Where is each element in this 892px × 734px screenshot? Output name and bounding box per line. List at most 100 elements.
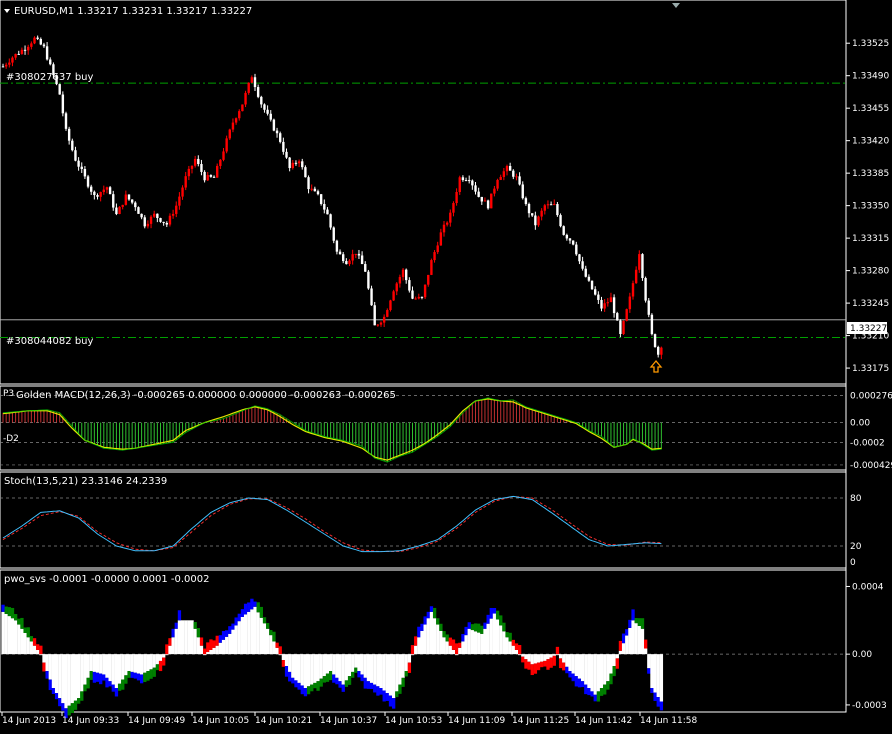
pwo-bar — [121, 654, 125, 680]
main-panel-frame — [0, 0, 847, 385]
pwo-bar-cap — [480, 625, 484, 634]
pwo-bar — [253, 606, 257, 655]
pwo-bar-cap — [376, 686, 380, 696]
pwo-bar — [527, 654, 531, 662]
pwo-bar — [117, 654, 122, 684]
candle-body — [606, 302, 609, 304]
pwo-bar-cap — [158, 660, 163, 672]
pwo-bar-cap — [369, 682, 374, 689]
pwo-bar — [23, 633, 27, 655]
candle-body — [537, 216, 540, 226]
candle-body — [332, 227, 335, 241]
pwo-bar — [39, 654, 43, 656]
candle-body — [27, 46, 30, 51]
chart-window[interactable]: 1.33525 1.33490 1.33455 1.33420 1.33385 1.333… — [0, 0, 892, 730]
pwo-bar — [618, 650, 623, 655]
candle-body — [206, 175, 209, 181]
pwo-bar — [647, 654, 651, 669]
order-label-2[interactable]: #308044082 buy — [6, 336, 94, 347]
pwo-bar — [45, 654, 49, 672]
chart-canvas[interactable]: 1.33525 1.33490 1.33455 1.33420 1.33385 1.333… — [0, 0, 892, 730]
pwo-bar-cap — [373, 684, 377, 693]
pwo-bar — [149, 654, 153, 670]
pwo-bar — [29, 641, 34, 655]
pwo-bar — [310, 654, 314, 685]
pwo-bar — [187, 620, 191, 655]
pwo-bar — [269, 635, 273, 655]
candle-body — [234, 118, 238, 123]
pwo-bar — [158, 654, 163, 661]
pwo-bar-cap — [596, 691, 601, 702]
pwo-bar — [492, 613, 497, 655]
pwo-bar — [130, 654, 134, 672]
pwo-bar — [568, 654, 572, 672]
pwo-bar — [124, 654, 128, 676]
candle-body — [625, 309, 628, 321]
pwo-bar — [429, 611, 434, 655]
pwo-bar — [581, 654, 585, 682]
pwo-bar-cap — [341, 684, 345, 692]
pwo-bar-cap — [212, 640, 216, 648]
pwo-bar — [344, 654, 349, 681]
candle-body — [250, 77, 254, 83]
candle-body — [93, 191, 96, 196]
candle-body — [612, 297, 616, 314]
pwo-bar-cap — [426, 611, 430, 619]
pwo-bar — [373, 654, 377, 685]
pwo-bar-cap — [432, 607, 437, 619]
stoch-title: Stoch(13,5,21) 23.3146 24.2339 — [4, 476, 167, 487]
pwo-bar-cap — [505, 632, 509, 638]
pwo-bar — [659, 654, 664, 702]
pwo-bar-cap — [272, 631, 276, 642]
order-label-1[interactable]: #308027637 buy — [6, 72, 94, 83]
pwo-bar-cap — [395, 691, 399, 698]
pwo-bar — [111, 654, 115, 685]
pwo-bar-cap — [225, 630, 229, 637]
candle-body — [354, 253, 357, 255]
pwo-bar — [423, 624, 427, 655]
pwo-bar-cap — [571, 673, 575, 682]
candle-body — [493, 188, 496, 194]
pwo-bar — [67, 654, 71, 706]
pwo-bar-cap — [527, 661, 531, 670]
pwo-bar — [417, 637, 421, 655]
pwo-bar-cap — [404, 671, 408, 677]
pwo-bar-cap — [165, 644, 169, 655]
candle-body — [96, 195, 99, 197]
pwo-bar — [489, 618, 493, 655]
pwo-bar-cap — [414, 636, 418, 646]
pwo-bar-cap — [590, 691, 594, 697]
pwo-bar — [439, 630, 443, 655]
pwo-bar-cap — [332, 674, 336, 683]
pwo-bar — [637, 625, 641, 655]
pwo-bar-cap — [67, 705, 71, 716]
candle-body — [638, 254, 641, 270]
candle-body — [279, 133, 282, 142]
pwo-bar-cap — [562, 662, 566, 671]
candle-body — [376, 324, 380, 326]
pwo-bar — [300, 654, 304, 686]
pwo-bar-cap — [206, 642, 210, 653]
candle-body — [36, 37, 39, 39]
candle-body — [392, 291, 395, 301]
candle-body — [90, 186, 93, 192]
pwo-bar-cap — [291, 677, 295, 684]
pwo-bar — [86, 654, 90, 678]
pwo-bar — [656, 654, 660, 698]
pwo-bar — [256, 612, 260, 655]
pwo-bar — [272, 641, 276, 655]
candle-body — [534, 215, 537, 226]
pwo-bar-cap — [209, 639, 213, 650]
candle-body — [373, 305, 376, 326]
candle-body — [77, 160, 80, 167]
candle-body — [474, 185, 477, 192]
candle-body — [304, 167, 307, 178]
candle-body — [8, 62, 11, 65]
pwo-bar — [590, 654, 594, 692]
candle-body — [427, 274, 430, 285]
candle-body — [609, 297, 613, 303]
pwo-bar-cap — [495, 610, 500, 620]
pwo-bar-cap — [149, 669, 153, 679]
pwo-title: pwo_svs -0.0001 -0.0000 0.0001 -0.0002 — [4, 574, 209, 585]
candle-body — [594, 289, 597, 295]
